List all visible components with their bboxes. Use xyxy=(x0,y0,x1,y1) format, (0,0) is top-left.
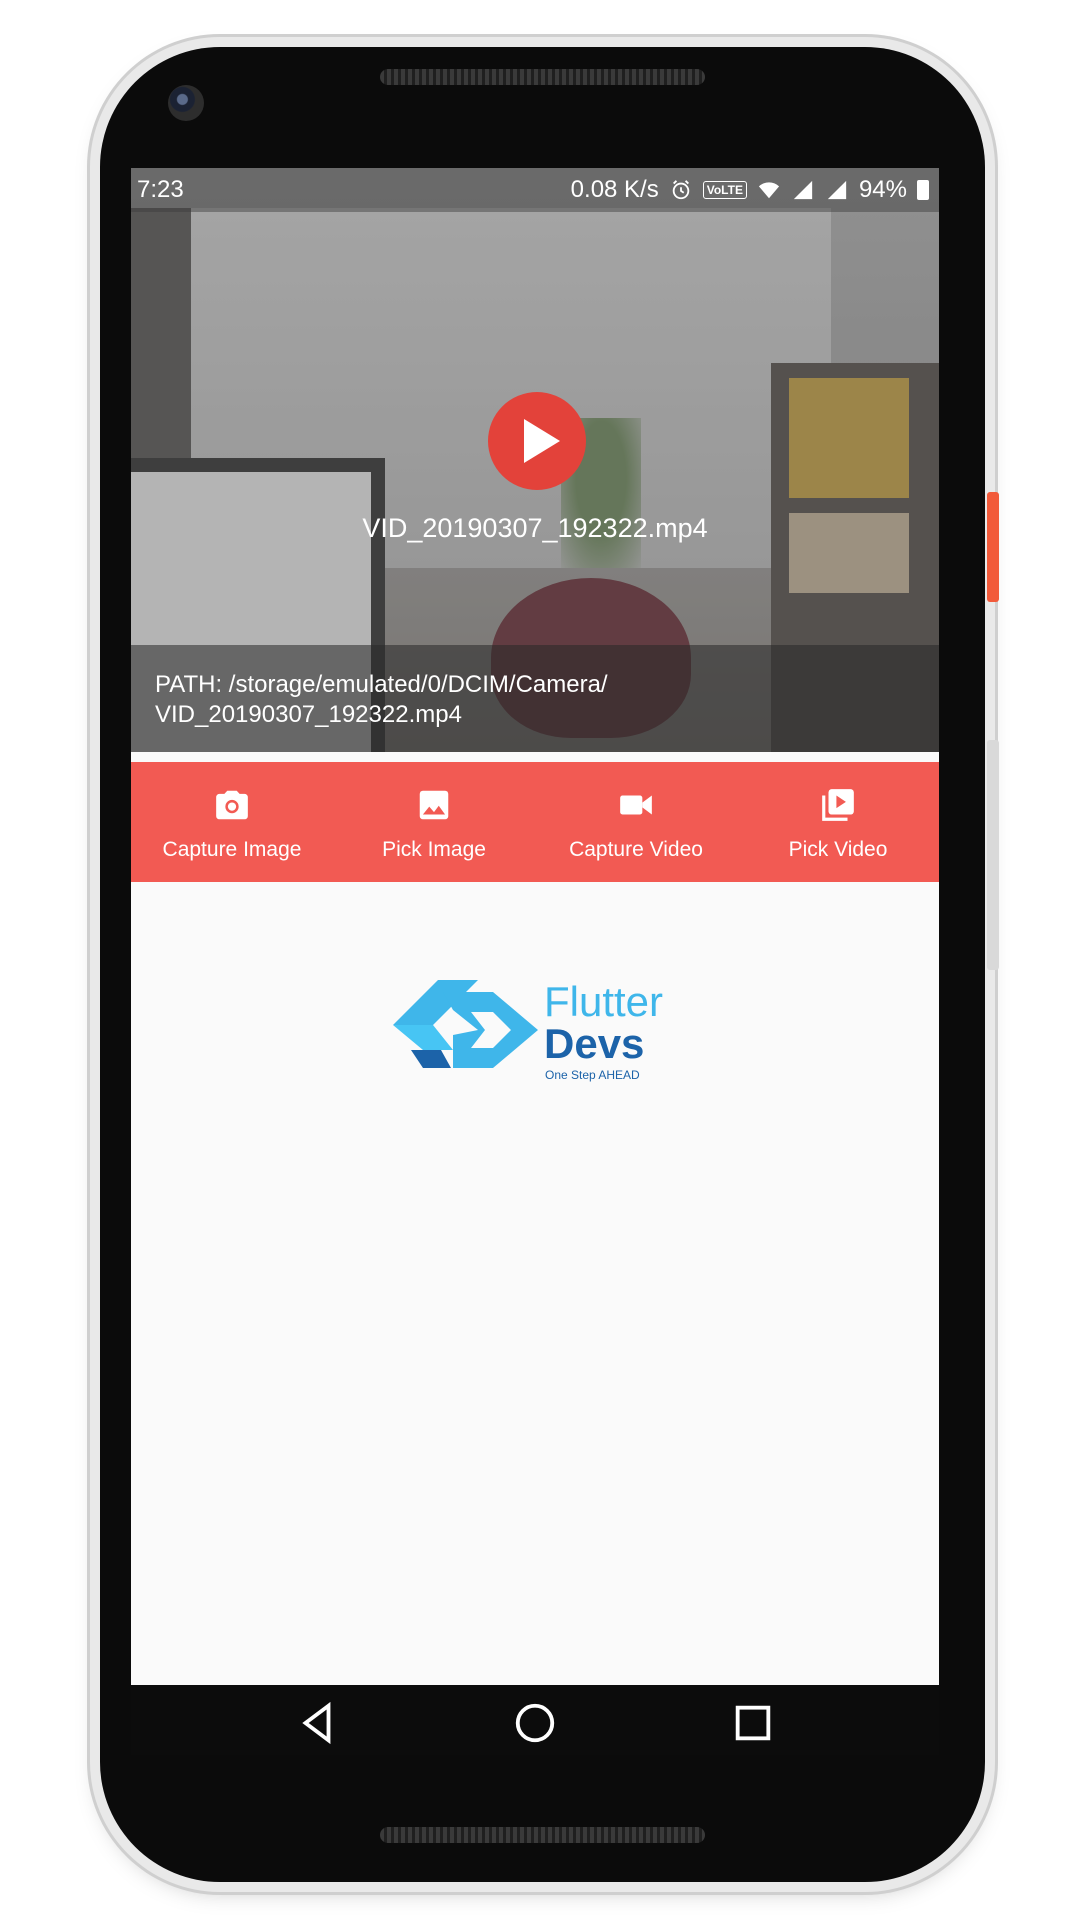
capture-video-label: Capture Video xyxy=(569,838,703,861)
media-toolbar: Capture Image Pick Image Capture Video P… xyxy=(131,762,939,882)
back-triangle-icon xyxy=(302,1701,331,1745)
battery-icon xyxy=(917,180,929,200)
recents-button[interactable] xyxy=(727,1697,779,1749)
video-file-name: VID_20190307_192322.mp4 xyxy=(362,513,708,543)
alarm-icon xyxy=(672,180,689,200)
path-line-1: PATH: /storage/emulated/0/DCIM/Camera/ xyxy=(155,671,608,698)
image-icon xyxy=(419,790,449,820)
net-speed: 0.08 K/s xyxy=(570,176,659,203)
top-speaker xyxy=(380,69,705,85)
pick-video-button[interactable]: Pick Video xyxy=(737,762,939,882)
front-camera xyxy=(168,85,204,121)
capture-image-button[interactable]: Capture Image xyxy=(131,762,333,882)
logo-text-flutter: Flutter xyxy=(544,978,664,1025)
pick-image-label: Pick Image xyxy=(382,838,486,861)
path-caption: PATH: /storage/emulated/0/DCIM/Camera/ V… xyxy=(131,645,939,752)
camera-icon xyxy=(216,790,248,820)
path-line-2: VID_20190307_192322.mp4 xyxy=(155,701,462,728)
recents-square-icon xyxy=(735,1705,771,1741)
bottom-speaker xyxy=(380,1827,705,1843)
signal-icon xyxy=(793,180,813,200)
home-button[interactable] xyxy=(509,1697,561,1749)
signal-roaming-icon xyxy=(827,180,847,200)
power-button xyxy=(987,492,999,602)
home-circle-icon xyxy=(515,1703,555,1743)
video-library-icon xyxy=(822,789,854,821)
status-bar: 7:23 0.08 K/s VoLTE 94% xyxy=(131,168,939,212)
pick-video-label: Pick Video xyxy=(788,838,888,861)
volte-badge: VoLTE xyxy=(702,181,747,199)
logo-text-devs: Devs xyxy=(544,1020,645,1067)
back-button[interactable] xyxy=(291,1697,343,1749)
battery-percent: 94% xyxy=(858,176,907,203)
video-preview[interactable]: VID_20190307_192322.mp4 PATH: /storage/e… xyxy=(131,168,939,752)
videocam-icon xyxy=(620,795,652,815)
status-time: 7:23 xyxy=(137,176,184,203)
logo-tagline: One Step AHEAD xyxy=(545,1068,640,1082)
capture-image-label: Capture Image xyxy=(162,838,302,861)
play-button[interactable] xyxy=(488,392,586,490)
pick-image-button[interactable]: Pick Image xyxy=(333,762,535,882)
flutterdevs-logo-icon xyxy=(393,980,538,1068)
volume-button xyxy=(987,740,999,970)
screen: VID_20190307_192322.mp4 PATH: /storage/e… xyxy=(131,168,939,1755)
capture-video-button[interactable]: Capture Video xyxy=(535,762,737,882)
play-icon xyxy=(524,419,560,463)
wifi-icon xyxy=(758,182,780,199)
navigation-bar xyxy=(131,1685,939,1755)
